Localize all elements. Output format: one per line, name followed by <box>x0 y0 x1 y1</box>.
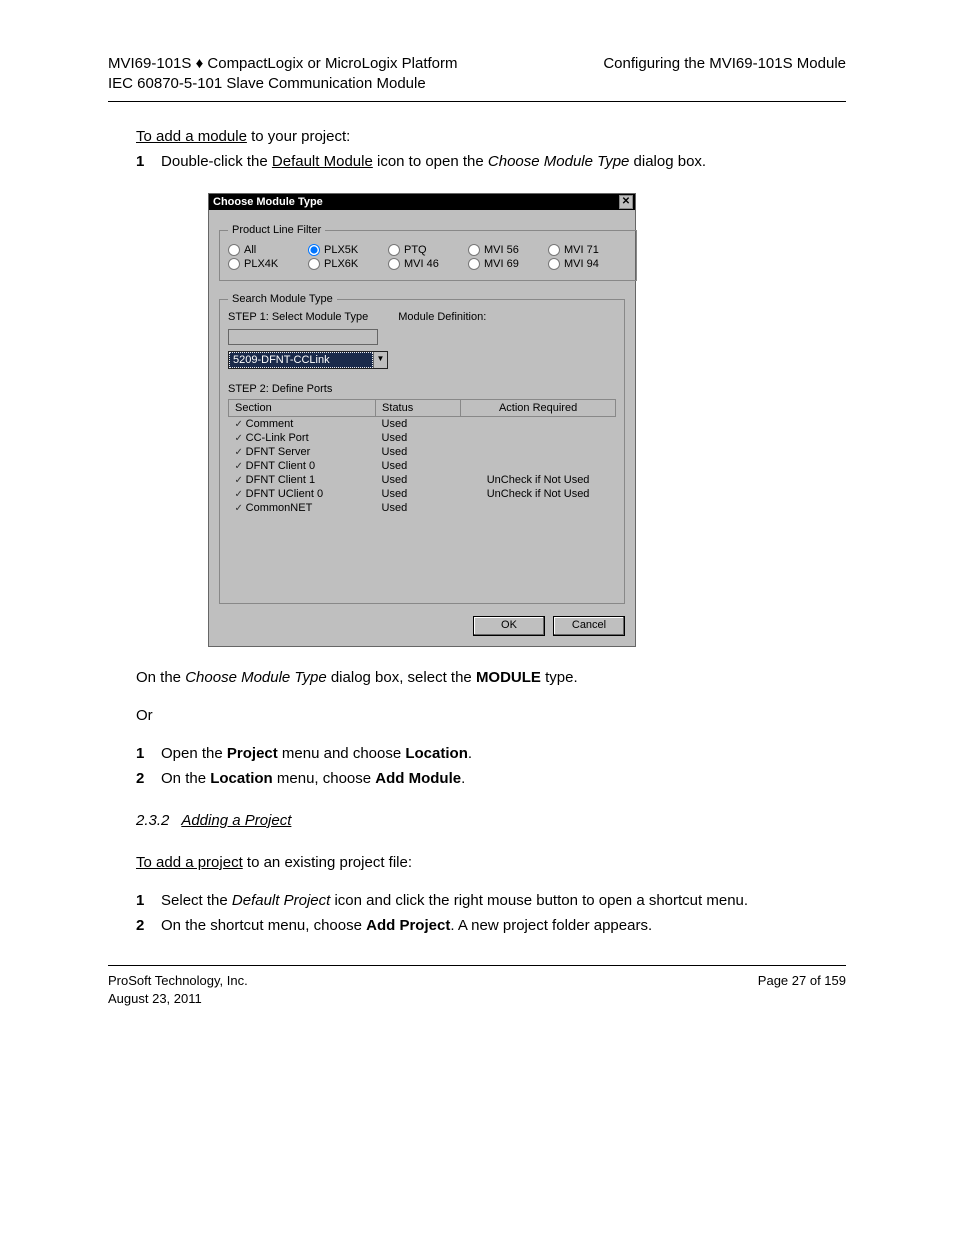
footer-page: Page 27 of 159 <box>758 973 846 988</box>
radio-plx4k[interactable]: PLX4K <box>228 258 308 270</box>
intro-heading-rest: to your project: <box>247 128 350 145</box>
search-module-legend: Search Module Type <box>228 293 337 305</box>
addproj-step2-num: 2 <box>136 917 144 934</box>
step-1-text-e: dialog box. <box>629 153 706 170</box>
footer-rule <box>108 965 846 966</box>
ok-button[interactable]: OK <box>473 616 545 636</box>
radio-ptq[interactable]: PTQ <box>388 244 468 256</box>
after-step2-d: menu, choose <box>273 770 376 787</box>
product-line-filter-group: Product Line Filter All PLX5K PTQ MVI 56… <box>219 224 637 281</box>
after-step1-num: 1 <box>136 745 144 762</box>
module-type-input[interactable] <box>228 329 378 345</box>
after-step1-c: Project <box>227 745 278 762</box>
after-p1-e: type. <box>541 669 578 686</box>
th-status: Status <box>376 400 461 417</box>
step-1-term-b: Default Module <box>272 153 373 170</box>
addproj-step2-c: Add Project <box>366 917 450 934</box>
table-row[interactable]: DFNT UClient 0UsedUnCheck if Not Used <box>229 487 616 501</box>
addproj-step1-d: icon and click the right mouse button to… <box>330 892 748 909</box>
header-module: IEC 60870-5-101 Slave Communication Modu… <box>108 75 426 92</box>
after-step1-d: menu and choose <box>278 745 406 762</box>
radio-mvi46[interactable]: MVI 46 <box>388 258 468 270</box>
table-row[interactable]: DFNT ServerUsed <box>229 445 616 459</box>
footer-company: ProSoft Technology, Inc. <box>108 973 248 988</box>
after-p1-d: MODULE <box>476 669 541 686</box>
header-rule <box>108 101 846 102</box>
after-step2-num: 2 <box>136 770 144 787</box>
table-row[interactable]: CommonNETUsed <box>229 501 616 515</box>
th-section: Section <box>229 400 376 417</box>
step-1-text-a: Double-click the <box>161 153 272 170</box>
table-row[interactable]: DFNT Client 0Used <box>229 459 616 473</box>
combo-value: 5209-DFNT-CCLink <box>229 352 373 368</box>
define-ports-table: Section Status Action Required CommentUs… <box>228 399 616 515</box>
dialog-title: Choose Module Type <box>213 196 323 208</box>
after-step2-f: . <box>461 770 465 787</box>
cancel-button[interactable]: Cancel <box>553 616 625 636</box>
step1-label: STEP 1: Select Module Type <box>228 311 368 323</box>
heading-232-num: 2.3.2 <box>136 812 169 829</box>
header-product: MVI69-101S <box>108 55 191 72</box>
radio-mvi56[interactable]: MVI 56 <box>468 244 548 256</box>
after-step2-c: Location <box>210 770 273 787</box>
after-step2-e: Add Module <box>375 770 461 787</box>
module-type-combo[interactable]: 5209-DFNT-CCLink ▼ <box>228 351 388 369</box>
radio-mvi94[interactable]: MVI 94 <box>548 258 628 270</box>
th-action: Action Required <box>461 400 616 417</box>
addproj-step1-b: Select the <box>161 892 232 909</box>
table-row[interactable]: CommentUsed <box>229 417 616 432</box>
heading-232-title: Adding a Project <box>181 812 291 829</box>
radio-mvi71[interactable]: MVI 71 <box>548 244 628 256</box>
table-row[interactable]: CC-Link PortUsed <box>229 431 616 445</box>
header-diamond: ♦ <box>196 55 204 72</box>
radio-plx6k[interactable]: PLX6K <box>308 258 388 270</box>
step-1-term-d: Choose Module Type <box>488 153 629 170</box>
addproj-p1-b: to an existing project file: <box>243 854 412 871</box>
addproj-p1-a: To add a project <box>136 854 243 871</box>
footer-date: August 23, 2011 <box>108 991 202 1006</box>
after-p1-a: On the <box>136 669 185 686</box>
after-p1-b: Choose Module Type <box>185 669 326 686</box>
step-1-text-c: icon to open the <box>373 153 488 170</box>
header-chapter: Configuring the MVI69-101S Module <box>603 55 846 72</box>
after-or: Or <box>136 705 846 727</box>
addproj-step1-num: 1 <box>136 892 144 909</box>
product-line-legend: Product Line Filter <box>228 224 325 236</box>
step2-label: STEP 2: Define Ports <box>228 383 616 395</box>
table-row[interactable]: DFNT Client 1UsedUnCheck if Not Used <box>229 473 616 487</box>
step-number-1: 1 <box>136 153 144 170</box>
after-step1-f: . <box>468 745 472 762</box>
radio-all[interactable]: All <box>228 244 308 256</box>
radio-mvi69[interactable]: MVI 69 <box>468 258 548 270</box>
after-step1-e: Location <box>405 745 468 762</box>
after-step1-b: Open the <box>161 745 227 762</box>
addproj-step1-c: Default Project <box>232 892 330 909</box>
radio-plx5k[interactable]: PLX5K <box>308 244 388 256</box>
after-step2-b: On the <box>161 770 210 787</box>
close-icon[interactable]: ✕ <box>619 195 633 209</box>
addproj-step2-d: . A new project folder appears. <box>450 917 652 934</box>
chevron-down-icon[interactable]: ▼ <box>373 352 387 368</box>
search-module-type-group: Search Module Type STEP 1: Select Module… <box>219 293 625 604</box>
after-p1-c: dialog box, select the <box>327 669 476 686</box>
choose-module-dialog: Choose Module Type ✕ Product Line Filter… <box>208 193 636 647</box>
addproj-step2-b: On the shortcut menu, choose <box>161 917 366 934</box>
header-platform: CompactLogix or MicroLogix Platform <box>207 55 457 72</box>
intro-heading: To add a module <box>136 128 247 145</box>
module-definition-label: Module Definition: <box>398 311 486 323</box>
